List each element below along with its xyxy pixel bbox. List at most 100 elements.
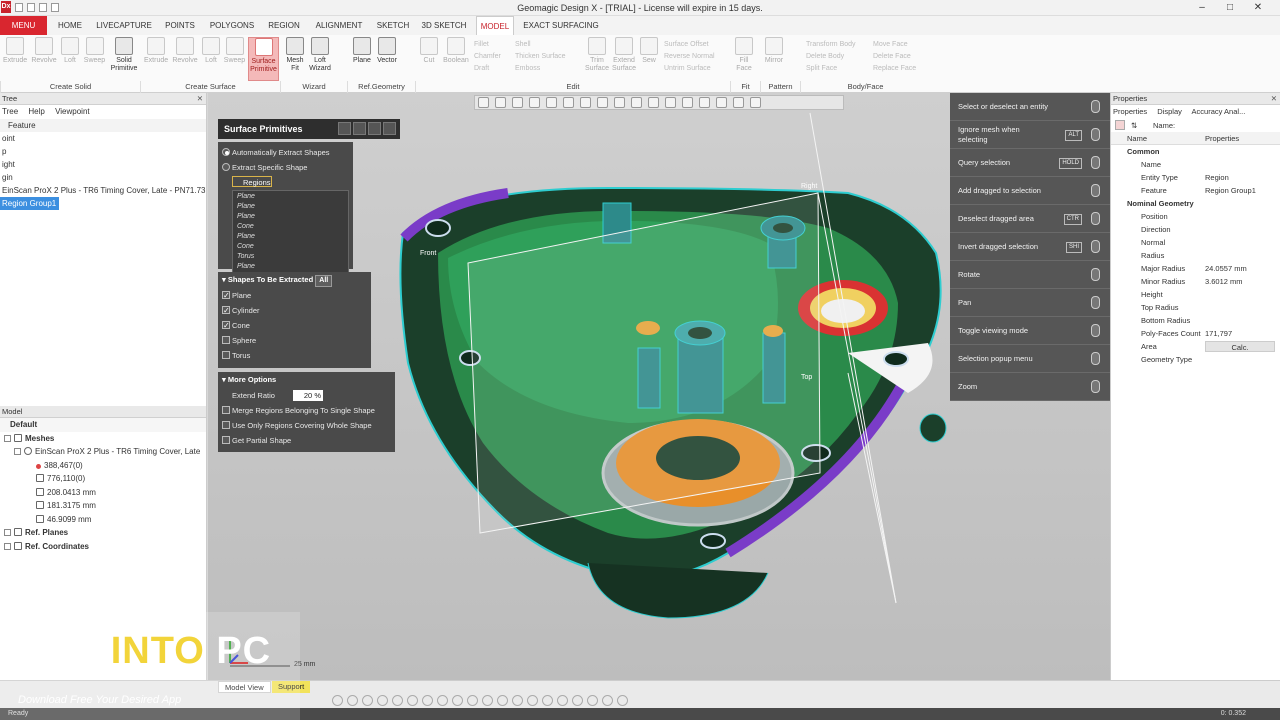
- tab-home[interactable]: HOME: [52, 16, 88, 35]
- trim-surface-button[interactable]: Trim Surface: [584, 37, 610, 73]
- checkbox-icon[interactable]: [222, 421, 230, 429]
- section-icon[interactable]: [529, 97, 540, 108]
- help-tab[interactable]: Help: [28, 107, 44, 116]
- filter-icon[interactable]: [527, 695, 538, 706]
- split-face-button[interactable]: Split Face: [806, 63, 837, 75]
- property-row[interactable]: Position: [1111, 210, 1280, 223]
- view-iso-icon[interactable]: [597, 97, 608, 108]
- list-item[interactable]: Plane: [237, 232, 344, 242]
- minimize-button[interactable]: –: [1188, 1, 1216, 15]
- nominal-geometry-category[interactable]: Nominal Geometry: [1111, 197, 1280, 210]
- filter-icon[interactable]: [347, 695, 358, 706]
- list-item[interactable]: Plane: [237, 262, 344, 272]
- confirm-icon[interactable]: [368, 122, 381, 135]
- circle-select-icon[interactable]: [648, 97, 659, 108]
- partial-shape-option[interactable]: Get Partial Shape: [218, 433, 395, 448]
- sweep-surface-button[interactable]: Sweep: [222, 37, 247, 65]
- tree-row[interactable]: oint: [0, 132, 206, 145]
- cut-button[interactable]: Cut: [418, 37, 440, 65]
- brush-icon[interactable]: [699, 97, 710, 108]
- lasso-icon[interactable]: [682, 97, 693, 108]
- emboss-button[interactable]: Emboss: [515, 63, 540, 75]
- checkbox-checked-icon[interactable]: [222, 318, 230, 333]
- filter-icon[interactable]: [482, 695, 493, 706]
- viewpoint-tab[interactable]: Viewpoint: [55, 107, 90, 116]
- property-row[interactable]: Feature Region Group1: [1111, 184, 1280, 197]
- meshes-row[interactable]: Meshes: [0, 432, 206, 446]
- list-item[interactable]: Cone: [237, 222, 344, 232]
- cancel-icon[interactable]: [383, 122, 396, 135]
- extend-surface-button[interactable]: Extend Surface: [611, 37, 637, 73]
- shape-cylinder-option[interactable]: Cylinder: [218, 303, 371, 318]
- checkbox-icon[interactable]: [222, 336, 230, 344]
- selected-region-group[interactable]: Region Group1: [0, 197, 60, 210]
- expand-icon[interactable]: [4, 434, 11, 442]
- line-select-icon[interactable]: [614, 97, 625, 108]
- expand-icon[interactable]: [4, 542, 11, 550]
- whole-shape-option[interactable]: Use Only Regions Covering Whole Shape: [218, 418, 395, 433]
- filter-icon[interactable]: [392, 695, 403, 706]
- tree-row[interactable]: p: [0, 145, 206, 158]
- property-row[interactable]: Normal: [1111, 236, 1280, 249]
- filter-icon[interactable]: [617, 695, 628, 706]
- property-row[interactable]: Top Radius: [1111, 301, 1280, 314]
- property-row[interactable]: Name: [1111, 158, 1280, 171]
- view-cube-icon[interactable]: [495, 97, 506, 108]
- region-list[interactable]: Plane Plane Plane Cone Plane Cone Torus …: [232, 190, 349, 274]
- tab-exact-surfacing[interactable]: EXACT SURFACING: [522, 16, 600, 35]
- flood-icon[interactable]: [716, 97, 727, 108]
- rect-select-icon[interactable]: [631, 97, 642, 108]
- filter-icon[interactable]: [557, 695, 568, 706]
- common-category[interactable]: Common: [1111, 145, 1280, 158]
- extend-ratio-input[interactable]: 20 %: [293, 390, 323, 401]
- delete-body-button[interactable]: Delete Body: [806, 51, 844, 63]
- fill-face-button[interactable]: Fill Face: [732, 37, 756, 73]
- list-item[interactable]: Cone: [237, 242, 344, 252]
- property-row[interactable]: Area Calc.: [1111, 340, 1280, 353]
- property-row[interactable]: Entity Type Region: [1111, 171, 1280, 184]
- delete-face-button[interactable]: Delete Face: [873, 51, 911, 63]
- revolve-surface-button[interactable]: Revolve: [172, 37, 198, 65]
- list-item[interactable]: Plane: [237, 192, 344, 202]
- surface-primitive-button[interactable]: Surface Primitive: [248, 37, 279, 81]
- filter-icon[interactable]: [602, 695, 613, 706]
- replace-face-button[interactable]: Replace Face: [873, 63, 916, 75]
- tab-alignment[interactable]: ALIGNMENT: [312, 16, 366, 35]
- property-row[interactable]: Major Radius 24.0557 mm: [1111, 262, 1280, 275]
- close-icon[interactable]: ✕: [197, 93, 203, 105]
- close-button[interactable]: ✕: [1244, 1, 1272, 15]
- default-row[interactable]: Default: [0, 418, 206, 432]
- tab-properties[interactable]: Properties: [1113, 107, 1147, 116]
- filter-icon[interactable]: [542, 695, 553, 706]
- list-item[interactable]: Plane: [237, 202, 344, 212]
- filter-icon[interactable]: [587, 695, 598, 706]
- property-row[interactable]: Height: [1111, 288, 1280, 301]
- filter-icon[interactable]: [332, 695, 343, 706]
- shape-plane-option[interactable]: Plane: [218, 288, 371, 303]
- property-row[interactable]: Geometry Type: [1111, 353, 1280, 366]
- checkbox-checked-icon[interactable]: [222, 303, 230, 318]
- checkbox-icon[interactable]: [222, 351, 230, 359]
- plane-button[interactable]: Plane: [350, 37, 374, 65]
- boolean-button[interactable]: Boolean: [442, 37, 470, 65]
- tab-points[interactable]: POINTS: [161, 16, 199, 35]
- expand-icon[interactable]: [4, 529, 11, 536]
- checkbox-checked-icon[interactable]: [222, 288, 230, 303]
- tab-sketch[interactable]: SKETCH: [375, 16, 411, 35]
- close-icon[interactable]: ✕: [1271, 93, 1277, 105]
- extrude-surface-button[interactable]: Extrude: [144, 37, 168, 65]
- property-row[interactable]: Bottom Radius: [1111, 314, 1280, 327]
- surface-offset-button[interactable]: Surface Offset: [664, 39, 709, 51]
- radio-icon[interactable]: [222, 163, 230, 171]
- view-top-icon[interactable]: [563, 97, 574, 108]
- revolve-solid-button[interactable]: Revolve: [31, 37, 57, 65]
- vector-button[interactable]: Vector: [375, 37, 399, 65]
- ref-coords-row[interactable]: Ref. Coordinates: [0, 540, 206, 554]
- sew-button[interactable]: Sew: [639, 37, 659, 65]
- loft-solid-button[interactable]: Loft: [60, 37, 80, 65]
- tab-polygons[interactable]: POLYGONS: [207, 16, 257, 35]
- tree-row[interactable]: EinScan ProX 2 Plus - TR6 Timing Cover, …: [0, 184, 206, 197]
- filter-icon[interactable]: [437, 695, 448, 706]
- sweep-solid-button[interactable]: Sweep: [82, 37, 107, 65]
- lock-icon[interactable]: [338, 122, 351, 135]
